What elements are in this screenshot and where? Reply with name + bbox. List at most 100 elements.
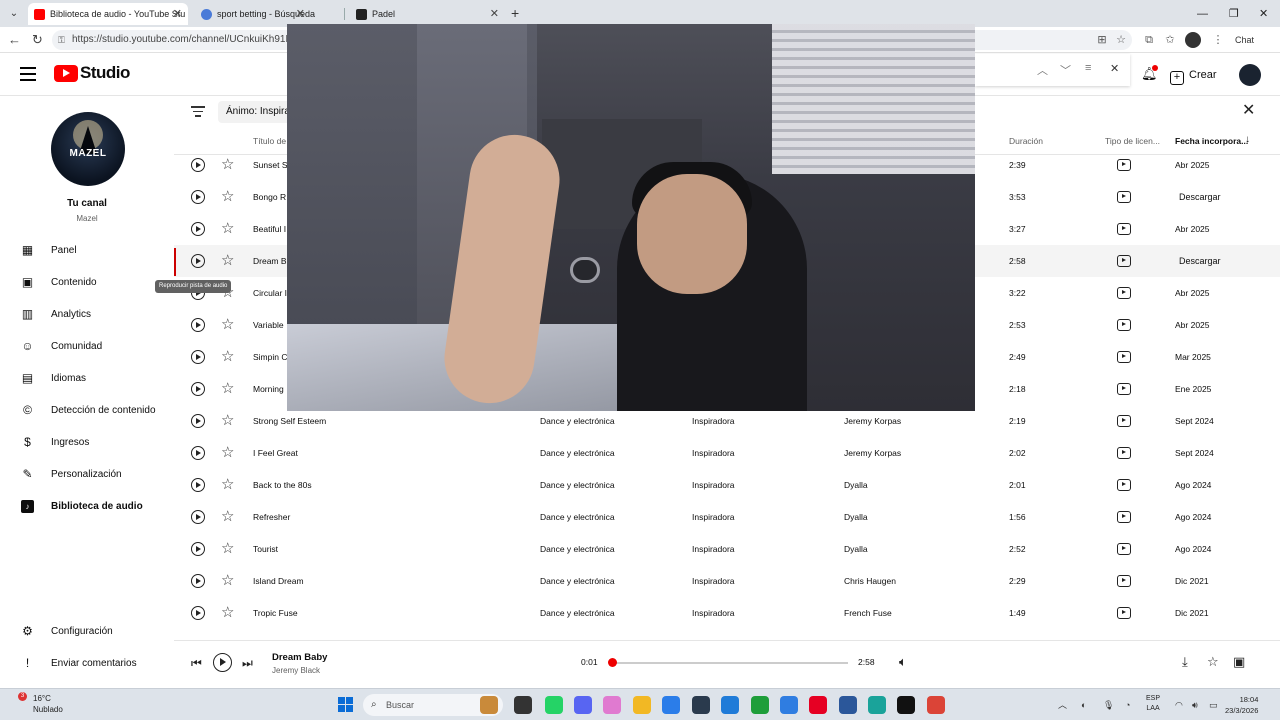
play-track-icon[interactable] bbox=[191, 446, 205, 460]
pinterest-icon[interactable] bbox=[809, 696, 827, 714]
widgets-icon[interactable] bbox=[480, 696, 498, 714]
sidebar-item-audio-library[interactable]: ♪ Biblioteca de audio bbox=[0, 493, 174, 521]
table-row[interactable]: ☆ Tropic Fuse Dance y electrónica Inspirado… bbox=[174, 597, 1280, 629]
close-tab-icon[interactable]: ✕ bbox=[490, 3, 499, 25]
close-tab-icon[interactable]: ✕ bbox=[173, 3, 182, 25]
sort-arrow-icon[interactable]: ↓ bbox=[1245, 134, 1250, 145]
capcut-icon[interactable] bbox=[897, 696, 915, 714]
license-icon[interactable] bbox=[1117, 415, 1131, 427]
chrome-icon[interactable] bbox=[927, 696, 945, 714]
sidebar-item-earn[interactable]: $ Ingresos bbox=[0, 429, 174, 457]
track-artist[interactable]: Chris Haugen bbox=[844, 565, 896, 597]
find-options-icon[interactable]: ≡ bbox=[1085, 62, 1091, 74]
license-icon[interactable] bbox=[1117, 255, 1131, 267]
play-track-icon[interactable] bbox=[191, 478, 205, 492]
license-icon[interactable] bbox=[1117, 191, 1131, 203]
translate-icon[interactable]: ⊞ bbox=[1094, 32, 1110, 48]
microphone-icon[interactable]: 🎙︎ bbox=[1103, 698, 1114, 712]
track-artist[interactable]: Dyalla bbox=[844, 501, 868, 533]
track-title[interactable]: Sunset S bbox=[253, 149, 288, 181]
xbox-icon[interactable] bbox=[751, 696, 769, 714]
wifi-icon[interactable]: ◠ bbox=[1175, 698, 1183, 712]
track-artist[interactable]: Jeremy Korpas bbox=[844, 437, 901, 469]
table-row[interactable]: ☆ Refresher Dance y electrónica Inspiradora… bbox=[174, 501, 1280, 533]
play-track-icon[interactable] bbox=[191, 382, 205, 396]
folder-icon[interactable] bbox=[633, 696, 651, 714]
steam-icon[interactable] bbox=[692, 696, 710, 714]
column-title[interactable]: Título de bbox=[253, 136, 286, 146]
license-icon[interactable] bbox=[1117, 607, 1131, 619]
license-icon[interactable] bbox=[1117, 319, 1131, 331]
favorite-star-icon[interactable]: ☆ bbox=[221, 469, 234, 501]
license-icon[interactable] bbox=[1117, 287, 1131, 299]
license-icon[interactable] bbox=[1117, 159, 1131, 171]
weather-widget[interactable]: 16°C Nublado bbox=[33, 693, 63, 715]
create-button[interactable]: + Crear bbox=[1170, 64, 1217, 86]
license-icon[interactable] bbox=[1117, 511, 1131, 523]
play-track-icon[interactable] bbox=[191, 542, 205, 556]
track-title[interactable]: Bongo R bbox=[253, 181, 286, 213]
table-row[interactable]: ☆ Back to the 80s Dance y electrónica Inspi… bbox=[174, 469, 1280, 501]
tab-audio-library[interactable]: Biblioteca de audio - YouTube Stu ✕ bbox=[28, 3, 188, 25]
track-title[interactable]: I Feel Great bbox=[253, 437, 298, 469]
track-title[interactable]: Dream B bbox=[253, 245, 287, 277]
column-duration[interactable]: Duración bbox=[1009, 136, 1043, 146]
download-button[interactable]: Descargar bbox=[1169, 251, 1231, 271]
favorite-star-icon[interactable]: ☆ bbox=[221, 309, 234, 341]
tab-search-icon[interactable]: ⌄ bbox=[4, 4, 24, 24]
copilot-icon[interactable] bbox=[603, 696, 621, 714]
reload-icon[interactable]: ↻ bbox=[32, 30, 43, 50]
favorite-star-icon[interactable]: ☆ bbox=[221, 437, 234, 469]
channel-avatar[interactable]: MAZEL bbox=[51, 112, 125, 186]
download-button[interactable]: Descargar bbox=[1169, 187, 1231, 207]
youtube-logo-icon[interactable] bbox=[54, 65, 78, 82]
file-explorer-icon[interactable] bbox=[514, 696, 532, 714]
favorite-star-icon[interactable]: ☆ bbox=[221, 565, 234, 597]
system-clock[interactable]: 18:04 23/3/2026 bbox=[1225, 694, 1258, 716]
play-track-icon[interactable] bbox=[191, 510, 205, 524]
menu-icon[interactable] bbox=[20, 67, 36, 81]
license-icon[interactable] bbox=[1117, 543, 1131, 555]
favorite-star-icon[interactable]: ☆ bbox=[1207, 654, 1219, 670]
track-title[interactable]: Variable bbox=[253, 309, 284, 341]
bookmark-star-icon[interactable]: ☆ bbox=[1113, 32, 1129, 48]
favorite-star-icon[interactable]: ☆ bbox=[221, 149, 234, 181]
start-button-icon[interactable] bbox=[338, 697, 353, 712]
find-next-icon[interactable]: ﹀ bbox=[1060, 62, 1071, 78]
play-track-icon[interactable] bbox=[191, 574, 205, 588]
favorites-icon[interactable]: ✩ bbox=[1162, 32, 1178, 48]
play-track-icon[interactable] bbox=[191, 318, 205, 332]
seek-handle[interactable] bbox=[608, 658, 618, 667]
more-menu-icon[interactable]: ⋮ bbox=[1210, 32, 1226, 48]
track-title[interactable]: Morning bbox=[253, 373, 284, 405]
tray-chevron-icon[interactable]: ︿ bbox=[1058, 698, 1067, 712]
license-icon[interactable] bbox=[1117, 479, 1131, 491]
extensions-icon[interactable]: ⧉ bbox=[1141, 32, 1157, 48]
play-track-icon[interactable] bbox=[191, 190, 205, 204]
download-icon[interactable]: ⤓ bbox=[1182, 654, 1188, 670]
table-row[interactable]: ☆ I Feel Great Dance y electrónica Inspirad… bbox=[174, 437, 1280, 469]
license-icon[interactable] bbox=[1117, 223, 1131, 235]
favorite-star-icon[interactable]: ☆ bbox=[221, 501, 234, 533]
favorite-star-icon[interactable]: ☆ bbox=[221, 533, 234, 565]
favorite-star-icon[interactable]: ☆ bbox=[221, 341, 234, 373]
favorite-star-icon[interactable]: ☆ bbox=[221, 597, 234, 629]
studio-logo-text[interactable]: Studio bbox=[80, 63, 130, 83]
play-track-icon[interactable] bbox=[191, 158, 205, 172]
previous-track-icon[interactable]: ⏮ bbox=[191, 655, 202, 671]
track-artist[interactable]: Dyalla bbox=[844, 533, 868, 565]
close-tab-icon[interactable]: ✕ bbox=[296, 3, 305, 25]
track-title[interactable]: Tourist bbox=[253, 533, 278, 565]
table-row[interactable]: ☆ Tourist Dance y electrónica Inspiradora Dy… bbox=[174, 533, 1280, 565]
battery-icon[interactable]: ▭ bbox=[1209, 698, 1218, 712]
sidebar-item-languages[interactable]: ▤ Idiomas bbox=[0, 365, 174, 393]
maximize-icon[interactable]: ❐ bbox=[1229, 4, 1239, 24]
whatsapp-icon[interactable] bbox=[545, 696, 563, 714]
play-track-icon[interactable] bbox=[191, 254, 205, 268]
edge-icon[interactable] bbox=[868, 696, 886, 714]
account-avatar[interactable] bbox=[1239, 64, 1261, 86]
close-filter-icon[interactable]: ✕ bbox=[1242, 101, 1255, 121]
favorite-star-icon[interactable]: ☆ bbox=[221, 373, 234, 405]
track-title[interactable]: Island Dream bbox=[253, 565, 304, 597]
track-title[interactable]: Tropic Fuse bbox=[253, 597, 298, 629]
